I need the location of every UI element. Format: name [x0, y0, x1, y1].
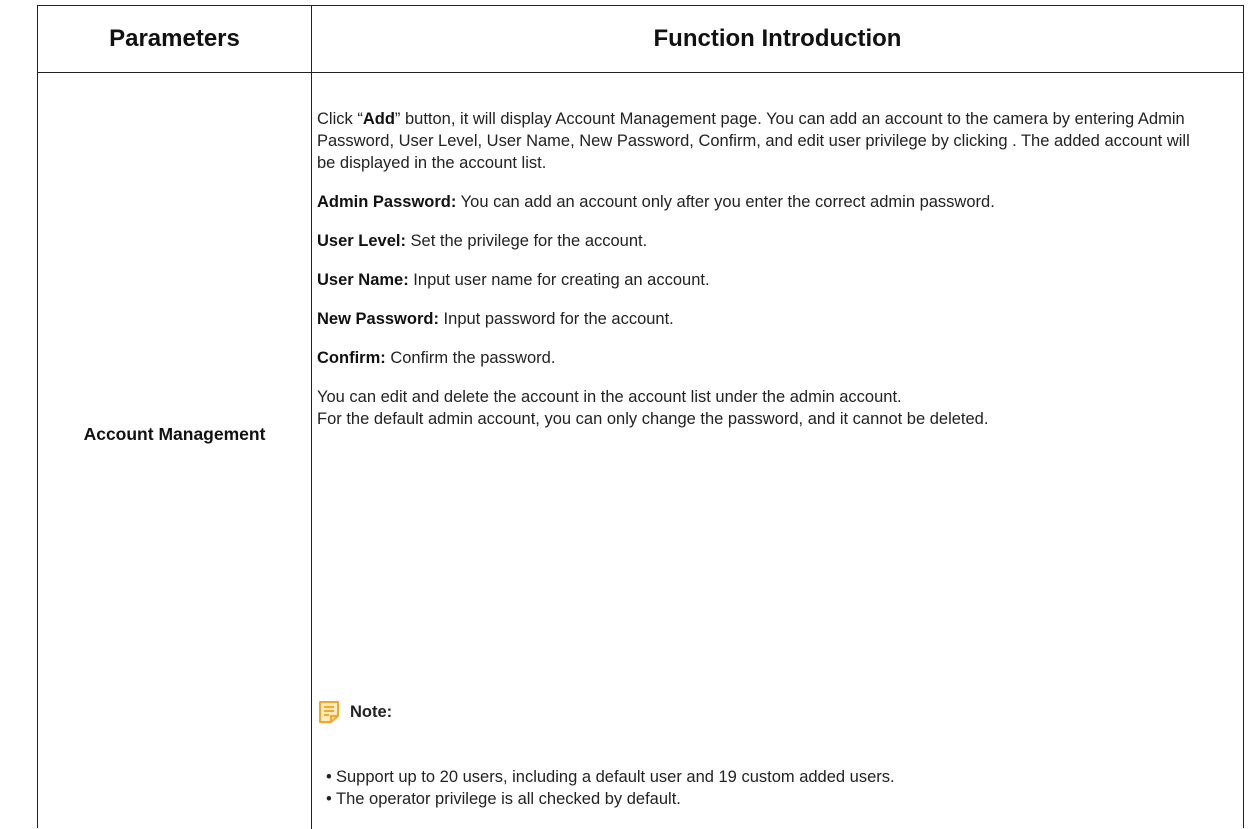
field-new-password: New Password: Input password for the acc…: [317, 308, 1197, 330]
parameter-cell: Account Management: [38, 73, 311, 829]
field-admin-password: Admin Password: You can add an account o…: [317, 191, 1197, 213]
bullet: •: [326, 790, 332, 808]
field-desc: Input user name for creating an account.: [408, 271, 710, 289]
edit-line-2: For the default admin account, you can o…: [317, 410, 989, 428]
bullet: •: [326, 768, 332, 786]
header-parameters: Parameters: [109, 25, 240, 52]
column-divider: [311, 6, 312, 829]
field-desc: You can add an account only after you en…: [456, 193, 995, 211]
list-item: • Support up to 20 users, including a def…: [326, 766, 895, 788]
field-term: User Level:: [317, 232, 406, 250]
intro-paragraph: Click “Add” button, it will display Acco…: [317, 108, 1197, 174]
field-term: User Name:: [317, 271, 409, 289]
intro-text-b: ” button, it will display Account Manage…: [317, 110, 1190, 172]
function-introduction-cell: Click “Add” button, it will display Acco…: [317, 108, 1197, 430]
note-icon: [319, 701, 339, 723]
list-item: • The operator privilege is all checked b…: [326, 788, 895, 810]
field-term: Admin Password:: [317, 193, 457, 211]
intro-text-a: Click “: [317, 110, 363, 128]
field-desc: Confirm the password.: [385, 349, 556, 367]
edit-line-1: You can edit and delete the account in t…: [317, 388, 902, 406]
note-item-text: The operator privilege is all checked by…: [336, 790, 681, 808]
parameter-name: Account Management: [83, 423, 266, 444]
field-user-level: User Level: Set the privilege for the ac…: [317, 230, 1197, 252]
table-header-row: Parameters Function Introduction: [38, 6, 1243, 73]
field-desc: Set the privilege for the account.: [405, 232, 648, 250]
note-list: • Support up to 20 users, including a def…: [326, 766, 895, 810]
header-function-introduction: Function Introduction: [653, 25, 902, 52]
field-term: Confirm:: [317, 349, 386, 367]
field-desc: Input password for the account.: [438, 310, 674, 328]
add-keyword: Add: [362, 110, 395, 128]
edit-delete-paragraph: You can edit and delete the account in t…: [317, 386, 1197, 430]
field-user-name: User Name: Input user name for creating …: [317, 269, 1197, 291]
note-item-text: Support up to 20 users, including a defa…: [336, 768, 895, 786]
note-label: Note:: [350, 702, 393, 721]
note-header: Note:: [318, 700, 392, 724]
field-term: New Password:: [317, 310, 439, 328]
field-confirm: Confirm: Confirm the password.: [317, 347, 1197, 369]
